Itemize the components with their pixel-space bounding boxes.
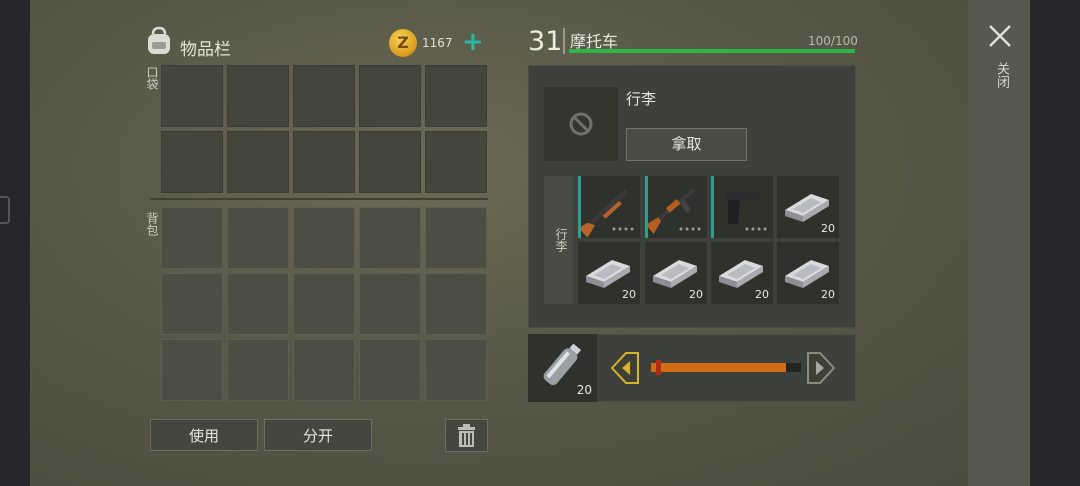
backpack-slot[interactable]: [359, 273, 421, 335]
inventory-title: 物品栏: [180, 40, 231, 60]
backpack-slot[interactable]: [293, 273, 355, 335]
pocket-slot[interactable]: [425, 65, 487, 127]
fuel-slider-fill: [651, 363, 786, 372]
backpack-slot[interactable]: [359, 207, 421, 269]
item-quantity: 20: [821, 288, 835, 301]
luggage-item-pistol[interactable]: [711, 176, 773, 238]
pocket-slot[interactable]: [227, 131, 289, 193]
vehicle-level: 31: [528, 26, 563, 57]
pocket-slot[interactable]: [161, 131, 223, 193]
pocket-slot[interactable]: [227, 65, 289, 127]
luggage-item-iron-bar[interactable]: 20: [578, 242, 640, 304]
backpack-grid: [161, 207, 487, 401]
pocket-slot[interactable]: [425, 131, 487, 193]
vehicle-health: 100/100: [808, 34, 858, 48]
backpack-slot[interactable]: [359, 339, 421, 401]
fuel-slot[interactable]: 20: [528, 334, 597, 402]
coin-count: 1167: [422, 36, 453, 50]
backpack-slot[interactable]: [425, 339, 487, 401]
screen-edge-notch: [0, 196, 10, 224]
item-quantity: 20: [821, 222, 835, 235]
luggage-label: 行李: [554, 228, 568, 252]
pocket-slot[interactable]: [293, 131, 355, 193]
close-icon[interactable]: [986, 22, 1014, 50]
item-quantity: 20: [755, 288, 769, 301]
health-bar: [569, 49, 855, 53]
backpack-slot[interactable]: [227, 207, 289, 269]
section-divider: [150, 198, 488, 200]
trash-button[interactable]: [445, 419, 488, 452]
pocket-slot[interactable]: [359, 65, 421, 127]
backpack-slot[interactable]: [227, 273, 289, 335]
use-button[interactable]: 使用: [150, 419, 258, 451]
luggage-item-iron-bar[interactable]: 20: [777, 242, 839, 304]
fuel-slider-handle[interactable]: [656, 360, 661, 375]
pocket-grid: [161, 65, 487, 193]
header-separator: [563, 28, 565, 54]
empty-equip-slot[interactable]: [544, 87, 618, 161]
trash-icon: [458, 424, 475, 447]
backpack-slot[interactable]: [161, 207, 223, 269]
durability-dots: [744, 227, 768, 231]
luggage-item-iron-bar[interactable]: 20: [777, 176, 839, 238]
take-button[interactable]: 拿取: [626, 128, 747, 161]
pocket-slot[interactable]: [359, 131, 421, 193]
luggage-title: 行李: [626, 90, 657, 108]
luggage-item-iron-bar[interactable]: 20: [645, 242, 707, 304]
backpack-slot[interactable]: [293, 207, 355, 269]
no-item-icon: [569, 112, 593, 136]
backpack-slot[interactable]: [425, 273, 487, 335]
pocket-slot[interactable]: [161, 65, 223, 127]
backpack-slot[interactable]: [161, 339, 223, 401]
coin-icon: Z: [389, 29, 417, 57]
luggage-item-shotgun[interactable]: [578, 176, 640, 238]
backpack-slot[interactable]: [161, 273, 223, 335]
fuel-increase-button[interactable]: [806, 351, 838, 385]
fuel-decrease-button[interactable]: [608, 351, 640, 385]
luggage-item-iron-bar[interactable]: 20: [711, 242, 773, 304]
item-quantity: 20: [689, 288, 703, 301]
pocket-label: 口袋: [145, 66, 159, 90]
luggage-item-rifle[interactable]: [645, 176, 707, 238]
backpack-slot[interactable]: [293, 339, 355, 401]
durability-dots: [678, 227, 702, 231]
add-coins-button[interactable]: +: [462, 29, 484, 55]
close-label[interactable]: 关闭: [992, 62, 1011, 88]
backpack-label: 背包: [145, 212, 159, 236]
durability-dots: [611, 227, 635, 231]
backpack-slot[interactable]: [425, 207, 487, 269]
fuel-quantity: 20: [576, 383, 592, 397]
backpack-icon: [148, 26, 170, 54]
item-quantity: 20: [622, 288, 636, 301]
split-button[interactable]: 分开: [264, 419, 372, 451]
backpack-slot[interactable]: [227, 339, 289, 401]
pocket-slot[interactable]: [293, 65, 355, 127]
